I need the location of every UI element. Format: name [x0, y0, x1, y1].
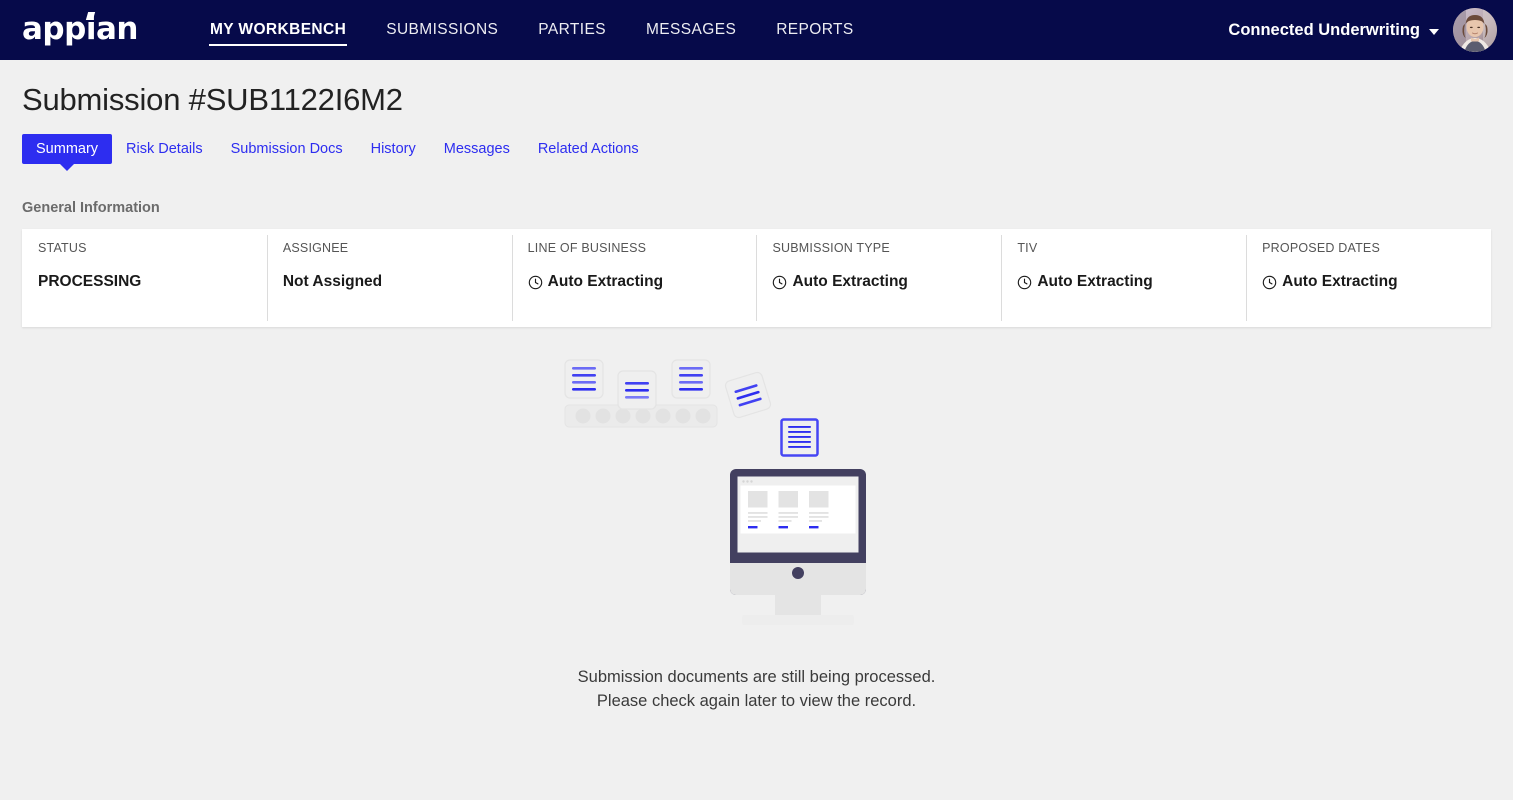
- info-cell-tiv: TIV Auto Extracting: [1001, 229, 1246, 327]
- tab-risk-details[interactable]: Risk Details: [112, 134, 217, 164]
- info-label-proposed-dates: PROPOSED DATES: [1262, 241, 1381, 255]
- empty-state-message-line1: Submission documents are still being pro…: [577, 668, 936, 686]
- general-information-card: STATUS PROCESSING ASSIGNEE Not Assigned …: [22, 229, 1491, 327]
- info-value-assignee: Not Assigned: [283, 273, 496, 291]
- empty-state-message-line2: Please check again later to view the rec…: [596, 692, 917, 710]
- tab-related-actions[interactable]: Related Actions: [524, 134, 653, 164]
- tenant-label: Connected Underwriting: [1228, 20, 1420, 39]
- section-heading-general-information: General Information: [22, 200, 160, 216]
- nav-item-parties[interactable]: PARTIES: [518, 0, 626, 60]
- chevron-down-icon: [1429, 29, 1439, 35]
- info-label-assignee: ASSIGNEE: [282, 241, 349, 255]
- nav-item-submissions[interactable]: SUBMISSIONS: [366, 0, 518, 60]
- tab-history[interactable]: History: [357, 134, 430, 164]
- topbar-right-section: Connected Underwriting: [1228, 0, 1497, 60]
- user-avatar-photo-icon: [1453, 8, 1497, 52]
- page-title: Submission #SUB1122I6M2: [22, 82, 403, 117]
- clock-icon: [773, 275, 787, 289]
- info-value-submission-type-text: Auto Extracting: [792, 273, 908, 290]
- clock-icon: [528, 275, 542, 289]
- illustration-graphic: [563, 359, 866, 625]
- info-cell-submission-type: SUBMISSION TYPE Auto Extracting: [756, 229, 1001, 327]
- info-label-submission-type: SUBMISSION TYPE: [772, 241, 890, 255]
- empty-state-message: Submission documents are still being pro…: [578, 665, 936, 713]
- tab-summary[interactable]: Summary: [22, 134, 113, 171]
- clock-icon: [1262, 275, 1277, 289]
- tenant-menu[interactable]: Connected Underwriting: [1228, 21, 1453, 40]
- info-cell-assignee: ASSIGNEE Not Assigned: [266, 229, 512, 327]
- info-value-line-of-business: Auto Extracting: [528, 273, 741, 291]
- info-cell-proposed-dates: PROPOSED DATES Auto Extracting: [1246, 229, 1491, 327]
- top-navigation-bar: appian MY WORKBENCH SUBMISSIONS PARTIES …: [0, 0, 1513, 60]
- info-value-proposed-dates-text: Auto Extracting: [1282, 273, 1398, 290]
- info-label-tiv: TIV: [1017, 241, 1038, 255]
- nav-item-my-workbench[interactable]: MY WORKBENCH: [190, 0, 366, 60]
- clock-icon: [1018, 275, 1032, 289]
- info-value-tiv-text: Auto Extracting: [1037, 273, 1153, 290]
- tab-bar: Summary Risk Details Submission Docs His…: [22, 134, 1491, 171]
- info-value-line-of-business-text: Auto Extracting: [547, 273, 664, 290]
- tab-messages[interactable]: Messages: [430, 134, 524, 164]
- nav-item-messages[interactable]: MESSAGES: [626, 0, 756, 60]
- info-value-assignee-text: Not Assigned: [282, 273, 383, 290]
- info-label-line-of-business: LINE OF BUSINESS: [527, 241, 647, 255]
- info-cell-status: STATUS PROCESSING: [22, 229, 267, 327]
- main-navigation: MY WORKBENCH SUBMISSIONS PARTIES MESSAGE…: [190, 0, 874, 60]
- info-value-tiv: Auto Extracting: [1017, 273, 1230, 291]
- avatar[interactable]: [1453, 8, 1497, 52]
- documents-processing-illustration: [547, 351, 967, 651]
- info-value-status-text: PROCESSING: [38, 273, 142, 290]
- info-value-status: PROCESSING: [38, 273, 251, 291]
- nav-item-reports[interactable]: REPORTS: [756, 0, 873, 60]
- appian-logo[interactable]: appian: [22, 13, 138, 45]
- info-value-proposed-dates: Auto Extracting: [1262, 273, 1475, 291]
- page-content: Submission #SUB1122I6M2 Summary Risk Det…: [0, 82, 1513, 713]
- empty-state: Submission documents are still being pro…: [22, 351, 1491, 713]
- tab-submission-docs[interactable]: Submission Docs: [217, 134, 357, 164]
- info-label-status: STATUS: [38, 241, 87, 255]
- info-cell-line-of-business: LINE OF BUSINESS Auto Extracting: [511, 229, 757, 327]
- info-value-submission-type: Auto Extracting: [772, 273, 985, 291]
